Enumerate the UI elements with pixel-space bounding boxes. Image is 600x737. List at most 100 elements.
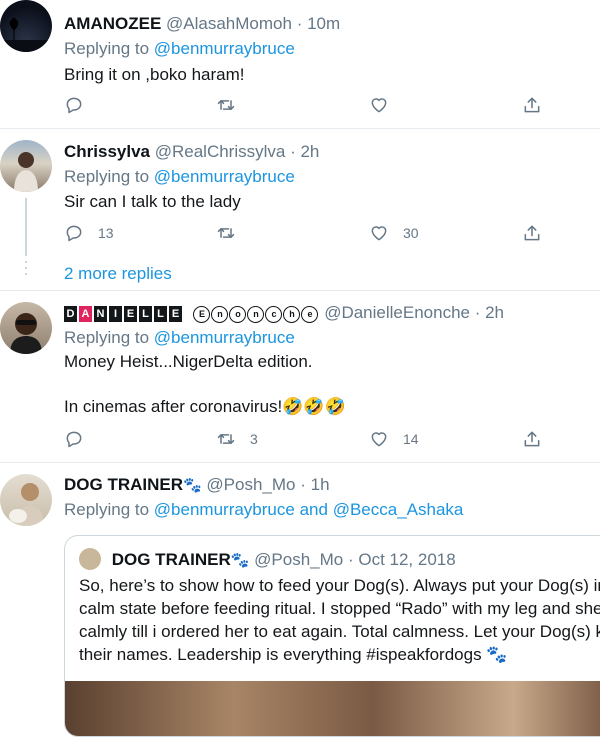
replying-label: Replying to [64,39,150,58]
replying-label: Replying to [64,328,150,347]
quoted-tweet-image[interactable] [65,681,600,736]
avatar[interactable] [0,474,52,526]
mention-link[interactable]: @Becca_Ashaka [333,500,464,519]
tweet[interactable]: DANIELLE Enonche @DanielleEnonche · 2h R… [0,290,600,462]
tweet-header: DANIELLE Enonche @DanielleEnonche · 2h [64,303,504,323]
reply-icon [64,429,84,449]
reply-icon [64,223,84,243]
action-bar: 3 14 [64,429,600,455]
tweet-text: Sir can I talk to the lady [64,192,241,211]
name-letter: E [124,306,137,322]
like-button[interactable]: 30 [369,223,419,243]
like-count: 14 [403,431,419,447]
show-more-replies-link[interactable]: 2 more replies [64,264,172,284]
name-letter: n [211,306,229,323]
replying-label: Replying to [64,500,150,519]
quoted-user-handle: @Posh_Mo [254,550,344,569]
like-button[interactable] [369,95,389,115]
mention-link[interactable]: @benmurraybruce [154,167,295,186]
mention-link[interactable]: @benmurraybruce [154,328,295,347]
thread-line [25,198,27,256]
heart-icon [369,95,389,115]
name-letter: o [229,306,247,323]
replying-label: Replying to [64,167,150,186]
heart-icon [369,223,389,243]
name-letter: L [154,306,167,322]
replying-to: Replying to @benmurraybruce [64,328,295,348]
retweet-icon [216,95,236,115]
avatar[interactable] [0,0,52,52]
reply-button[interactable]: 13 [64,223,114,243]
retweet-button[interactable] [216,95,236,115]
share-button[interactable] [522,429,542,449]
name-letter: h [283,306,301,323]
tweet[interactable]: Chrissylva @RealChrissylva · 2h Replying… [0,128,600,290]
mention-link[interactable]: @benmurraybruce [154,500,295,519]
share-icon [522,429,542,449]
tweet-header: AMANOZEE @AlasahMomoh · 10m [64,14,340,34]
name-letter: N [94,306,107,322]
replying-conjunction: and [299,500,328,519]
retweet-count: 3 [250,431,258,447]
avatar[interactable] [0,302,52,354]
avatar[interactable] [0,140,52,192]
tweet-text-line: In cinemas after coronavirus!🤣🤣🤣 [64,397,346,416]
user-handle[interactable]: @Posh_Mo [206,475,295,494]
user-handle[interactable]: @DanielleEnonche [324,303,470,322]
reply-button[interactable] [64,95,84,115]
tree-silhouette-icon [0,17,52,52]
name-letter: c [265,306,283,323]
retweet-button[interactable]: 3 [216,429,258,449]
tweet[interactable]: AMANOZEE @AlasahMomoh · 10m Replying to … [0,0,600,128]
mention-link[interactable]: @benmurraybruce [154,39,295,58]
display-name[interactable]: AMANOZEE [64,14,161,33]
paw-emoji: 🐾 [230,552,250,569]
replying-to: Replying to @benmurraybruce and @Becca_A… [64,500,463,520]
timestamp[interactable]: · 2h [475,303,504,322]
paw-emoji: 🐾 [183,477,202,494]
name-letter: I [109,306,122,322]
timestamp[interactable]: · 1h [300,475,329,494]
like-button[interactable]: 14 [369,429,419,449]
quoted-timestamp: · Oct 12, 2018 [347,550,456,569]
tweet-text-line: Money Heist...NigerDelta edition. [64,352,313,371]
name-letter: E [169,306,182,322]
action-bar [64,95,600,121]
quoted-tweet-header: DOG TRAINER🐾 @Posh_Mo · Oct 12, 2018 [79,548,456,570]
person-photo-icon [14,152,38,192]
user-handle[interactable]: @AlasahMomoh [166,14,292,33]
reply-button[interactable] [64,429,84,449]
heart-icon [369,429,389,449]
reply-icon [64,95,84,115]
person-with-dog-photo-icon [9,483,44,526]
action-bar: 13 30 [64,223,600,249]
share-button[interactable] [522,223,542,243]
reply-count: 13 [98,225,114,241]
like-count: 30 [403,225,419,241]
name-letter: A [79,306,92,322]
quoted-display-name: DOG TRAINER [111,550,231,569]
replying-to: Replying to @benmurraybruce [64,39,295,59]
name-letter: L [139,306,152,322]
display-name[interactable]: Chrissylva [64,142,150,161]
tweet-header: DOG TRAINER🐾 @Posh_Mo · 1h [64,475,330,495]
tweet-header: Chrissylva @RealChrissylva · 2h [64,142,319,162]
retweet-icon [216,223,236,243]
quoted-tweet-card[interactable]: DOG TRAINER🐾 @Posh_Mo · Oct 12, 2018 So,… [64,535,600,737]
timestamp[interactable]: · 10m [297,14,340,33]
retweet-icon [216,429,236,449]
quoted-avatar [79,548,101,570]
display-name[interactable]: DOG TRAINER [64,475,183,494]
share-button[interactable] [522,95,542,115]
retweet-button[interactable] [216,223,236,243]
person-photo-icon [10,313,42,354]
share-icon [522,95,542,115]
replying-to: Replying to @benmurraybruce [64,167,295,187]
user-handle[interactable]: @RealChrissylva [155,142,286,161]
share-icon [522,223,542,243]
name-letter: n [247,306,265,323]
timestamp[interactable]: · 2h [290,142,319,161]
thread-dots [25,261,27,279]
display-name[interactable]: DANIELLE Enonche [64,303,324,323]
name-letter: D [64,306,77,322]
